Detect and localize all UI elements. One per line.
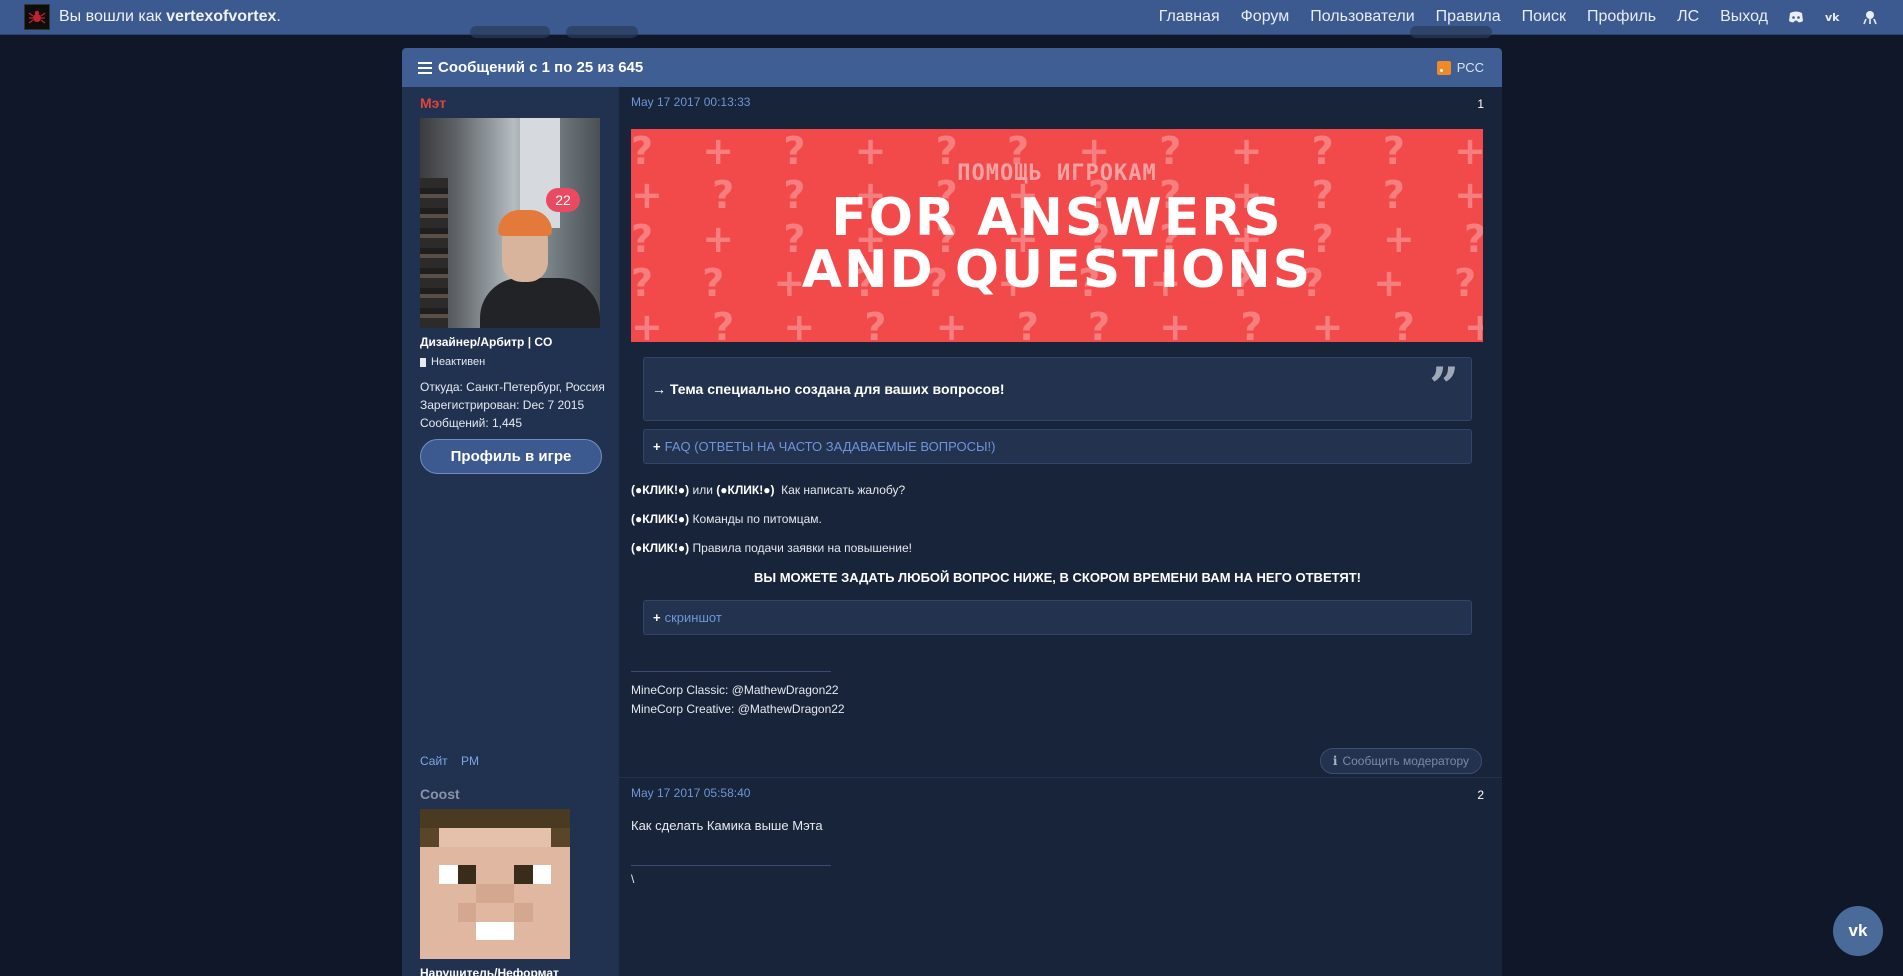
banner-title-line-2: AND QUESTIONS: [801, 240, 1313, 300]
info-icon: i: [1332, 754, 1338, 768]
author-rank: Нарушитель/Неформат: [420, 966, 559, 976]
complaint-line: (●КЛИК!●) или (●КЛИК!●) Как написать жал…: [631, 483, 906, 497]
banner-subtitle: ПОМОЩЬ ИГРОКАМ: [957, 161, 1157, 186]
author-links: Сайт PM: [420, 754, 489, 768]
click-link[interactable]: (●КЛИК!●): [631, 541, 689, 555]
post-content: May 17 2017 00:13:33 1 ? + ? + ? ? + ? +…: [619, 87, 1502, 777]
quote-block: → Тема специально создана для ваших вопр…: [643, 357, 1472, 421]
discord-icon[interactable]: [1787, 8, 1805, 26]
vk-widget-icon: vk: [1848, 921, 1868, 940]
click-link[interactable]: (●КЛИК!●): [631, 512, 689, 526]
author-meta: Откуда: Санкт-Петербург, Россия Зарегист…: [420, 378, 619, 432]
banner-title-line-1: FOR ANSWERS: [831, 188, 1283, 248]
pagination-ghost: [470, 26, 550, 38]
nav-pm[interactable]: ЛС: [1677, 8, 1699, 26]
author-name[interactable]: Мэт: [420, 95, 619, 111]
topic-panel: Сообщений с 1 по 25 из 645 РСС Мэт 22 Ди…: [402, 48, 1502, 976]
post-content: May 17 2017 05:58:40 2 Как сделать Камик…: [619, 778, 1502, 976]
nav-users[interactable]: Пользователи: [1310, 8, 1414, 26]
pets-line: (●КЛИК!●) Команды по питомцам.: [631, 512, 822, 526]
nav-search[interactable]: Поиск: [1522, 8, 1566, 26]
click-link[interactable]: (●КЛИК!●): [631, 483, 689, 497]
author-registered: Зарегистрирован: Dec 7 2015: [420, 398, 585, 412]
spider-logo-icon: [28, 10, 46, 24]
author-rank: Дизайнер/Арбитр | CO: [420, 335, 553, 349]
svg-text:vk: vk: [1825, 11, 1840, 24]
signature: MineCorp Classic: @MathewDragon22 MineCo…: [631, 683, 845, 716]
author-post-count: Сообщений: 1,445: [420, 416, 523, 430]
expand-icon: +: [653, 610, 661, 625]
nav-forum[interactable]: Форум: [1241, 8, 1290, 26]
avatar[interactable]: 22: [420, 118, 600, 328]
pagination-ghost: [1410, 26, 1492, 38]
post-number[interactable]: 1: [1477, 97, 1484, 111]
signature: \: [631, 872, 635, 886]
author-status: Неактивен: [420, 356, 619, 368]
click-link[interactable]: (●КЛИК!●): [716, 483, 774, 497]
status-indicator-icon: [420, 357, 426, 367]
pagination-ghost: [566, 26, 638, 38]
help-banner: ? + ? + ? ? + ? + ? ? + ? + ? ? + ? + ? …: [631, 129, 1483, 342]
list-icon: [418, 61, 432, 74]
main-nav: Главная Форум Пользователи Правила Поиск…: [1138, 8, 1879, 26]
login-status: Вы вошли как vertexofvortex.: [59, 8, 281, 25]
report-button[interactable]: i Сообщить модератору: [1319, 748, 1482, 774]
vk-icon[interactable]: vk: [1824, 8, 1842, 26]
post: Coost Нарушитель/Неформат May 17 2017 05…: [402, 778, 1502, 976]
avatar-badge: 22: [546, 188, 580, 212]
login-username[interactable]: vertexofvortex: [166, 8, 276, 25]
screenshot-spoiler[interactable]: + скриншот: [643, 600, 1472, 635]
nav-home[interactable]: Главная: [1159, 8, 1220, 26]
site-link[interactable]: Сайт: [420, 754, 448, 768]
post-author-sidebar: Coost Нарушитель/Неформат: [402, 778, 619, 976]
call-to-action: ВЫ МОЖЕТЕ ЗАДАТЬ ЛЮБОЙ ВОПРОС НИЖЕ, В СК…: [754, 570, 1361, 585]
theme-icon[interactable]: [1861, 8, 1879, 26]
banner-title: FOR ANSWERS AND QUESTIONS: [802, 192, 1312, 296]
post-body: Как сделать Камика выше Мэта: [631, 818, 823, 833]
faq-spoiler-label: FAQ (ОТВЕТЫ НА ЧАСТО ЗАДАВАЕМЫЕ ВОПРОСЫ!…: [664, 439, 996, 454]
login-prefix: Вы вошли как: [59, 8, 162, 25]
quote-mark-icon: ”: [1429, 357, 1459, 418]
game-profile-button[interactable]: Профиль в игре: [420, 439, 602, 474]
post-author-sidebar: Мэт 22 Дизайнер/Арбитр | CO Неактивен От…: [402, 87, 619, 777]
author-location: Откуда: Санкт-Петербург, Россия: [420, 380, 605, 394]
panel-title: Сообщений с 1 по 25 из 645: [438, 59, 644, 76]
panel-header: Сообщений с 1 по 25 из 645 РСС: [402, 48, 1502, 87]
quote-text: → Тема специально создана для ваших вопр…: [652, 381, 1005, 397]
screenshot-spoiler-label: скриншот: [664, 610, 722, 625]
top-navbar: Вы вошли как vertexofvortex. Главная Фор…: [0, 0, 1903, 35]
author-name[interactable]: Coost: [420, 786, 619, 802]
vk-widget-button[interactable]: vk: [1833, 906, 1883, 956]
signature-divider: [631, 865, 831, 866]
site-logo[interactable]: [24, 4, 50, 30]
nav-logout[interactable]: Выход: [1720, 8, 1768, 26]
promotion-line: (●КЛИК!●) Правила подачи заявки на повыш…: [631, 541, 912, 555]
nav-rules[interactable]: Правила: [1436, 8, 1501, 26]
post-date[interactable]: May 17 2017 05:58:40: [631, 786, 1484, 800]
faq-spoiler[interactable]: + FAQ (ОТВЕТЫ НА ЧАСТО ЗАДАВАЕМЫЕ ВОПРОС…: [643, 429, 1472, 464]
expand-icon: +: [653, 439, 661, 454]
rss-label: РСС: [1456, 60, 1484, 75]
pm-link[interactable]: PM: [461, 754, 479, 768]
rss-icon: [1436, 60, 1451, 75]
signature-divider: [631, 671, 831, 672]
post-date[interactable]: May 17 2017 00:13:33: [631, 95, 1484, 109]
post-number[interactable]: 2: [1477, 788, 1484, 802]
rss-link[interactable]: РСС: [1436, 60, 1484, 75]
nav-profile[interactable]: Профиль: [1587, 8, 1656, 26]
avatar[interactable]: [420, 809, 570, 959]
post: Мэт 22 Дизайнер/Арбитр | CO Неактивен От…: [402, 87, 1502, 778]
